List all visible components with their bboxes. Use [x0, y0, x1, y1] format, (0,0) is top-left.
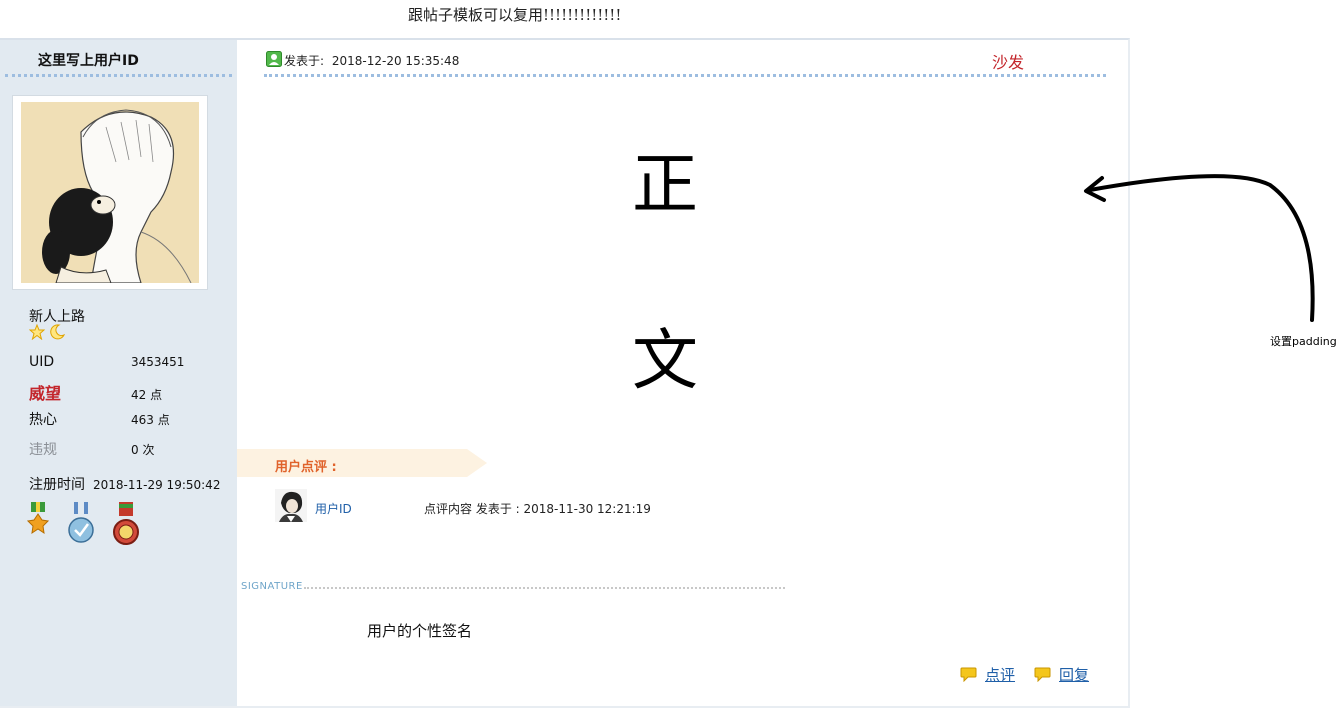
user-group: 新人上路 [29, 309, 85, 325]
rate-label[interactable]: 点评 [985, 664, 1015, 685]
stat-enthusiasm: 热心 463 点 [29, 409, 170, 429]
annotation-text: 设置padding [1270, 335, 1337, 348]
posted-time: 2018-12-20 15:35:48 [331, 54, 460, 68]
author-sidebar: 这里写上用户ID 新人上路 UID 3453451 威望 42 点 热心 463… [0, 40, 237, 706]
post-container: 这里写上用户ID 新人上路 UID 3453451 威望 42 点 热心 463… [0, 38, 1130, 708]
stat-value: 0 次 [131, 443, 155, 457]
comment-avatar[interactable] [275, 489, 307, 522]
author-user-id[interactable]: 这里写上用户ID [38, 50, 139, 70]
medal-icon[interactable] [27, 502, 49, 536]
floor-label[interactable]: 沙发 [992, 49, 1024, 73]
star-icon [29, 324, 45, 340]
post-body-char: 文 [632, 322, 698, 399]
user-icon [266, 51, 282, 67]
signature-text: 用户的个性签名 [367, 622, 473, 640]
register-time: 注册时间 2018-11-29 19:50:42 [29, 474, 220, 494]
stat-prestige: 威望 42 点 [29, 380, 162, 404]
medal-icon[interactable] [113, 502, 139, 546]
speech-bubble-icon [1034, 667, 1051, 682]
medals [27, 502, 139, 546]
stat-value: 463 点 [131, 413, 170, 427]
moon-icon [50, 324, 65, 340]
rate-button[interactable]: 点评 [960, 664, 1015, 685]
rank-stars [29, 324, 65, 340]
avatar-image [21, 102, 199, 283]
speech-bubble-icon [960, 667, 977, 682]
header-divider [264, 74, 1106, 77]
posted-meta: 发表于: 2018-12-20 15:35:48 [284, 52, 459, 69]
stat-label: 违规 [29, 442, 57, 458]
stat-label: 热心 [29, 412, 57, 428]
posted-label: 发表于: [284, 54, 325, 68]
stat-label: 威望 [29, 384, 62, 403]
reply-label[interactable]: 回复 [1059, 664, 1089, 685]
stat-value: 42 点 [131, 388, 163, 402]
author-avatar[interactable] [12, 95, 208, 290]
stat-value[interactable]: 3453451 [131, 355, 184, 369]
register-value: 2018-11-29 19:50:42 [93, 478, 221, 492]
stat-label: UID [29, 354, 55, 370]
stat-violations: 违规 0 次 [29, 439, 154, 459]
signature-divider [304, 587, 785, 589]
comment-user[interactable]: 用户ID [315, 500, 352, 517]
comment-avatar-image [275, 489, 307, 522]
comment-text: 点评内容 发表于 : 2018-11-30 12:21:19 [424, 502, 651, 516]
page-note: 跟帖子模板可以复用!!!!!!!!!!!!! [408, 6, 622, 24]
annotation-arrow-icon [1084, 174, 1315, 322]
signature-label: SIGNATURE [241, 581, 303, 592]
reply-button[interactable]: 回复 [1034, 664, 1089, 685]
comments-title: 用户点评 : [275, 460, 337, 475]
post-body-char: 正 [632, 146, 698, 223]
medal-icon[interactable] [68, 502, 94, 544]
stat-uid: UID 3453451 [29, 354, 184, 370]
sidebar-divider [5, 74, 232, 77]
register-label: 注册时间 [29, 477, 85, 493]
